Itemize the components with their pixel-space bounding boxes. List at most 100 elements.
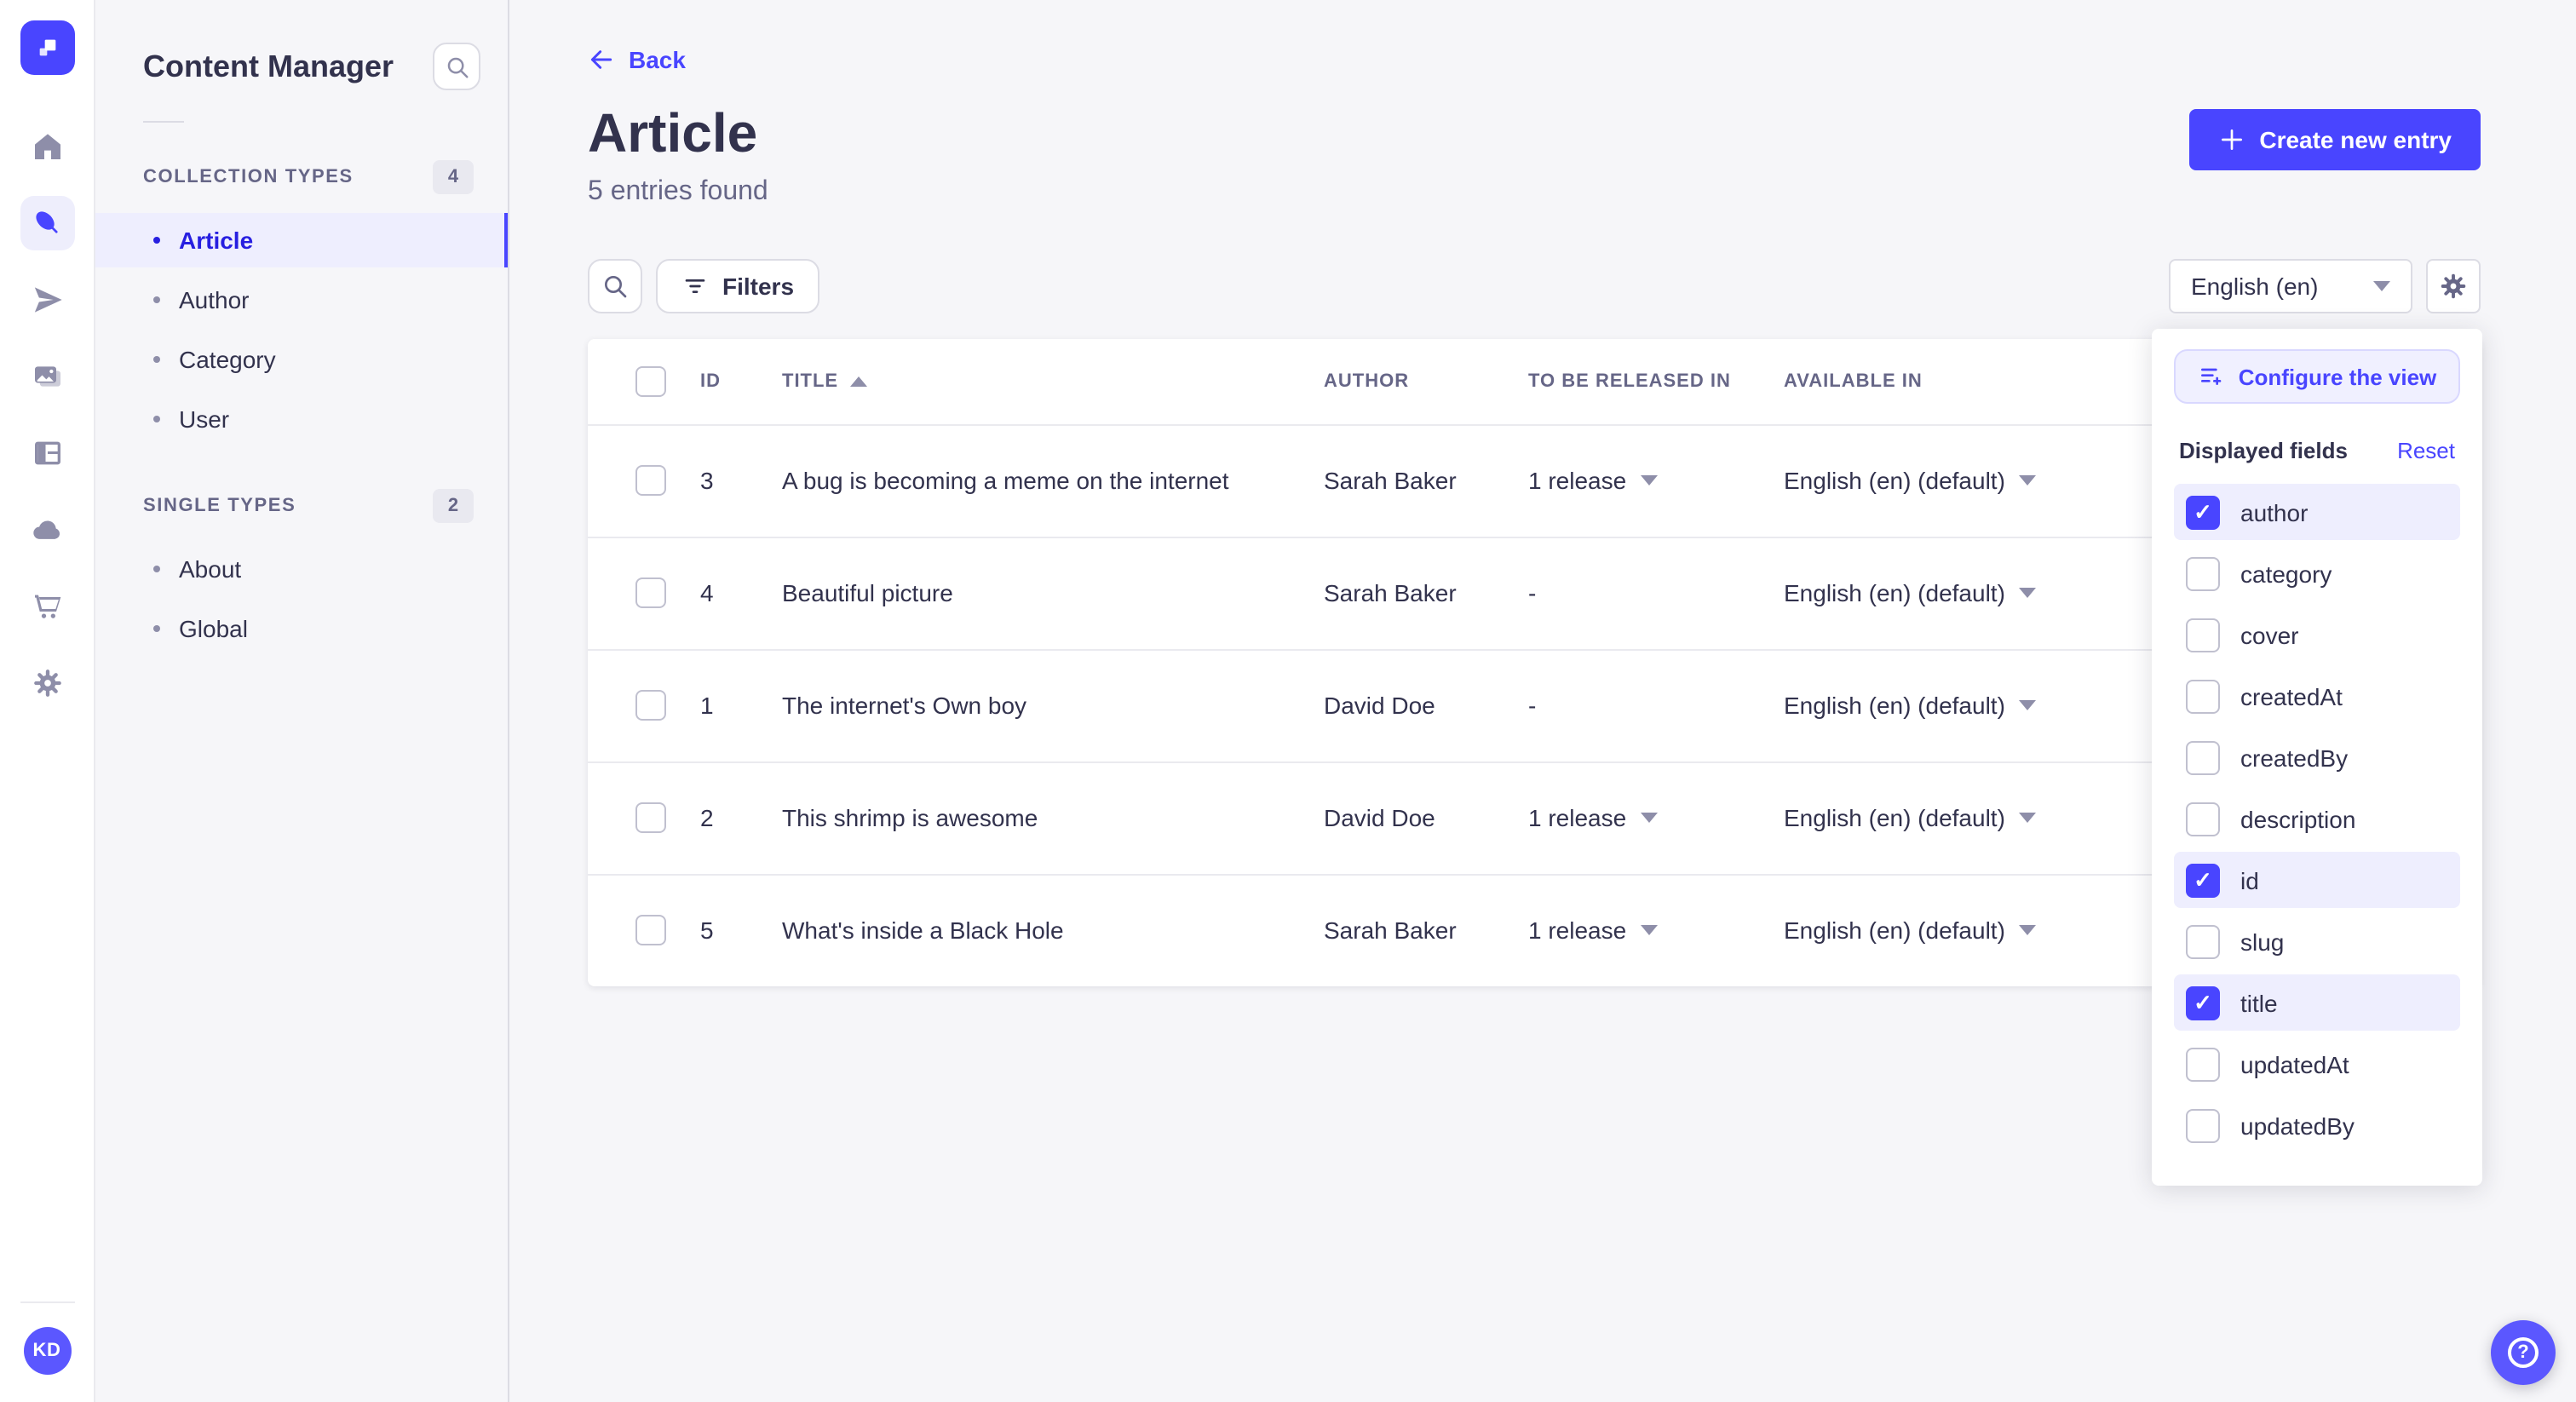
sidebar-item-category[interactable]: Category bbox=[95, 332, 508, 387]
reset-link[interactable]: Reset bbox=[2397, 438, 2455, 463]
back-link[interactable]: Back bbox=[588, 46, 686, 73]
checkbox[interactable] bbox=[2186, 1108, 2220, 1142]
section-single-types: SINGLE TYPES 2 bbox=[95, 475, 508, 537]
user-avatar[interactable]: KD bbox=[23, 1327, 71, 1375]
sidebar-item-label: Article bbox=[179, 227, 254, 254]
cloud-icon[interactable] bbox=[20, 503, 74, 557]
toolbar: Filters English (en) bbox=[588, 259, 2481, 313]
view-settings-gear-button[interactable] bbox=[2426, 259, 2481, 313]
field-option-id[interactable]: id bbox=[2174, 852, 2460, 908]
bullet-icon bbox=[153, 416, 160, 422]
sidebar-item-label: Category bbox=[179, 346, 276, 373]
cell-available: English (en) (default) bbox=[1784, 692, 2005, 719]
bullet-icon bbox=[153, 566, 160, 572]
sidebar: Content Manager COLLECTION TYPES 4 Artic… bbox=[95, 0, 509, 1402]
search-button[interactable] bbox=[588, 259, 642, 313]
checkbox[interactable] bbox=[2186, 495, 2220, 529]
search-icon bbox=[446, 56, 468, 78]
chevron-down-icon[interactable] bbox=[1640, 475, 1658, 486]
checkbox[interactable] bbox=[2186, 802, 2220, 836]
checkbox[interactable] bbox=[2186, 863, 2220, 897]
arrow-left-icon bbox=[590, 50, 612, 69]
sidebar-item-article[interactable]: Article bbox=[95, 213, 508, 267]
chevron-down-icon[interactable] bbox=[1640, 925, 1658, 936]
column-header-release[interactable]: TO BE RELEASED IN bbox=[1511, 339, 1767, 425]
entries-count: 5 entries found bbox=[588, 177, 768, 206]
sidebar-item-user[interactable]: User bbox=[95, 392, 508, 446]
settings-gear-icon[interactable] bbox=[20, 656, 74, 710]
marketplace-cart-icon[interactable] bbox=[20, 579, 74, 634]
sidebar-item-about[interactable]: About bbox=[95, 542, 508, 596]
help-button[interactable]: ? bbox=[2491, 1320, 2556, 1385]
row-checkbox[interactable] bbox=[635, 465, 666, 496]
filters-button[interactable]: Filters bbox=[656, 259, 820, 313]
bullet-icon bbox=[153, 356, 160, 363]
sidebar-search-button[interactable] bbox=[433, 43, 480, 90]
create-new-entry-button[interactable]: Create new entry bbox=[2189, 109, 2481, 170]
configure-the-view-button[interactable]: Configure the view bbox=[2174, 349, 2460, 404]
cell-release: - bbox=[1528, 579, 1537, 606]
field-option-title[interactable]: title bbox=[2174, 974, 2460, 1031]
sidebar-item-global[interactable]: Global bbox=[95, 601, 508, 656]
field-option-updatedBy[interactable]: updatedBy bbox=[2174, 1097, 2460, 1153]
select-all-checkbox[interactable] bbox=[635, 365, 666, 397]
strapi-logo[interactable] bbox=[20, 20, 74, 75]
gear-icon bbox=[2441, 273, 2466, 299]
field-option-author[interactable]: author bbox=[2174, 484, 2460, 540]
sidebar-item-label: Global bbox=[179, 615, 248, 642]
checkbox[interactable] bbox=[2186, 618, 2220, 652]
field-option-updatedAt[interactable]: updatedAt bbox=[2174, 1036, 2460, 1092]
column-header-author[interactable]: AUTHOR bbox=[1307, 339, 1511, 425]
row-checkbox[interactable] bbox=[635, 802, 666, 833]
cell-id: 4 bbox=[683, 536, 765, 649]
column-header-id[interactable]: ID bbox=[683, 339, 765, 425]
field-option-createdBy[interactable]: createdBy bbox=[2174, 729, 2460, 785]
chevron-down-icon[interactable] bbox=[2018, 700, 2036, 710]
chevron-down-icon[interactable] bbox=[2018, 925, 2036, 936]
cell-available: English (en) (default) bbox=[1784, 916, 2005, 945]
field-option-cover[interactable]: cover bbox=[2174, 606, 2460, 663]
checkbox[interactable] bbox=[2186, 679, 2220, 713]
chevron-down-icon[interactable] bbox=[2018, 475, 2036, 486]
content-type-builder-icon[interactable] bbox=[20, 426, 74, 480]
app-window: KD Content Manager COLLECTION TYPES 4 Ar… bbox=[0, 0, 2576, 1402]
page-title: Article bbox=[588, 102, 758, 164]
divider bbox=[20, 1301, 74, 1303]
bullet-icon bbox=[153, 625, 160, 632]
paper-plane-icon[interactable] bbox=[20, 273, 74, 327]
cell-author: Sarah Baker bbox=[1324, 467, 1457, 494]
home-icon[interactable] bbox=[20, 119, 74, 174]
section-collection-types: COLLECTION TYPES 4 bbox=[95, 147, 508, 208]
cell-available: English (en) (default) bbox=[1784, 467, 2005, 494]
sidebar-item-author[interactable]: Author bbox=[95, 273, 508, 327]
field-option-createdAt[interactable]: createdAt bbox=[2174, 668, 2460, 724]
page-heading: Article 5 entries found bbox=[588, 102, 768, 208]
cell-title: This shrimp is awesome bbox=[765, 761, 1307, 874]
nav-rail: KD bbox=[0, 0, 95, 1402]
checkbox[interactable] bbox=[2186, 1047, 2220, 1081]
locale-select[interactable]: English (en) bbox=[2169, 259, 2412, 313]
question-icon: ? bbox=[2508, 1337, 2539, 1368]
checkbox[interactable] bbox=[2186, 924, 2220, 958]
field-option-description[interactable]: description bbox=[2174, 790, 2460, 847]
cell-title: A bug is becoming a meme on the internet bbox=[782, 467, 1229, 494]
checkbox[interactable] bbox=[2186, 556, 2220, 590]
row-checkbox[interactable] bbox=[635, 690, 666, 721]
media-library-icon[interactable] bbox=[20, 349, 74, 404]
chevron-down-icon[interactable] bbox=[1640, 813, 1658, 823]
checkbox[interactable] bbox=[2186, 740, 2220, 774]
field-option-slug[interactable]: slug bbox=[2174, 913, 2460, 969]
row-checkbox[interactable] bbox=[635, 577, 666, 608]
cell-available: English (en) (default) bbox=[1784, 579, 2005, 606]
rail-nav bbox=[20, 119, 74, 710]
plus-icon bbox=[2222, 129, 2243, 150]
field-option-category[interactable]: category bbox=[2174, 545, 2460, 601]
checkbox[interactable] bbox=[2186, 985, 2220, 1020]
column-header-title[interactable]: TITLE bbox=[765, 339, 1307, 425]
chevron-down-icon bbox=[2373, 281, 2390, 291]
content-manager-feather-icon[interactable] bbox=[20, 196, 74, 250]
chevron-down-icon[interactable] bbox=[2018, 813, 2036, 823]
chevron-down-icon[interactable] bbox=[2018, 588, 2036, 598]
row-checkbox[interactable] bbox=[635, 915, 666, 946]
filter-icon bbox=[685, 279, 705, 293]
